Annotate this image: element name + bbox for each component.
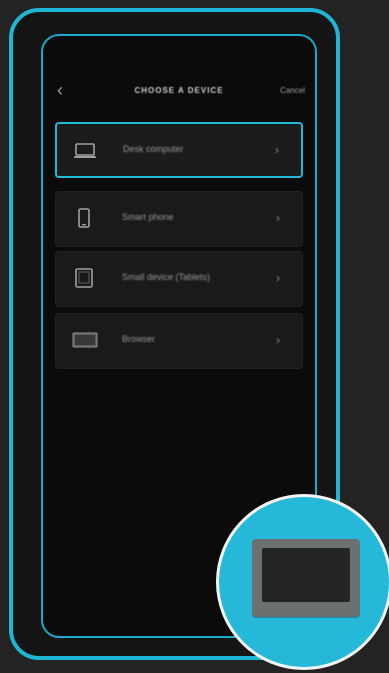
stage: ‹ CHOOSE A DEVICE Cancel Desk computer › [0, 0, 389, 673]
phone-icon [72, 206, 96, 230]
device-label: Desk computer [123, 144, 184, 154]
device-row-small-device[interactable]: Small device (Tablets) › [55, 251, 303, 307]
monitor-icon [252, 539, 360, 617]
monitor-screen [262, 548, 350, 602]
device-row-desk-computer[interactable]: Desk computer › [55, 122, 303, 178]
device-label: Smart phone [122, 212, 174, 222]
laptop-icon [73, 138, 97, 162]
chevron-right-icon: › [276, 333, 280, 347]
back-button[interactable]: ‹ [57, 80, 73, 100]
device-label: Browser [122, 334, 156, 344]
device-label: Small device (Tablets) [122, 272, 211, 282]
magnifier-callout [216, 494, 389, 670]
chevron-right-icon: › [276, 271, 280, 285]
chevron-right-icon: › [276, 211, 280, 225]
chevron-right-icon: › [275, 143, 279, 157]
page-title: CHOOSE A DEVICE [134, 86, 224, 95]
monitor-icon [72, 328, 98, 352]
device-row-browser[interactable]: Browser › [55, 313, 303, 369]
cancel-button[interactable]: Cancel [280, 86, 305, 95]
chevron-left-icon: ‹ [57, 80, 63, 100]
tablet-icon [72, 266, 96, 290]
header: ‹ CHOOSE A DEVICE Cancel [43, 36, 315, 120]
device-row-smart-phone[interactable]: Smart phone › [55, 191, 303, 247]
